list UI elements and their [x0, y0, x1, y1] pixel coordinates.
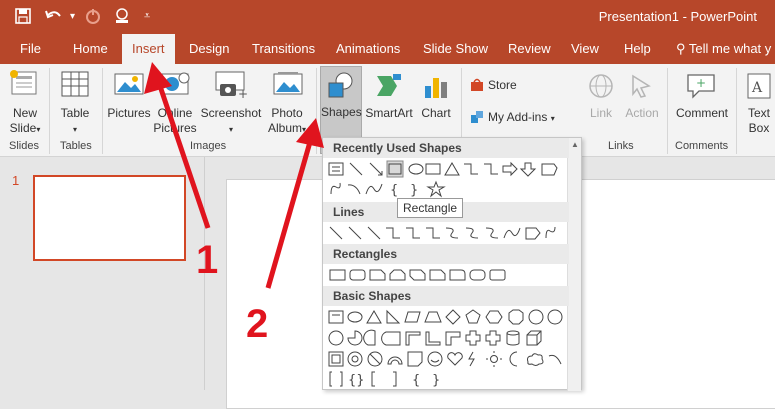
arrow-2	[265, 118, 324, 289]
arrow-1	[144, 62, 211, 229]
callout-1: 1	[196, 238, 219, 282]
callout-2: 2	[246, 302, 269, 346]
annotation-arrows	[144, 62, 324, 289]
